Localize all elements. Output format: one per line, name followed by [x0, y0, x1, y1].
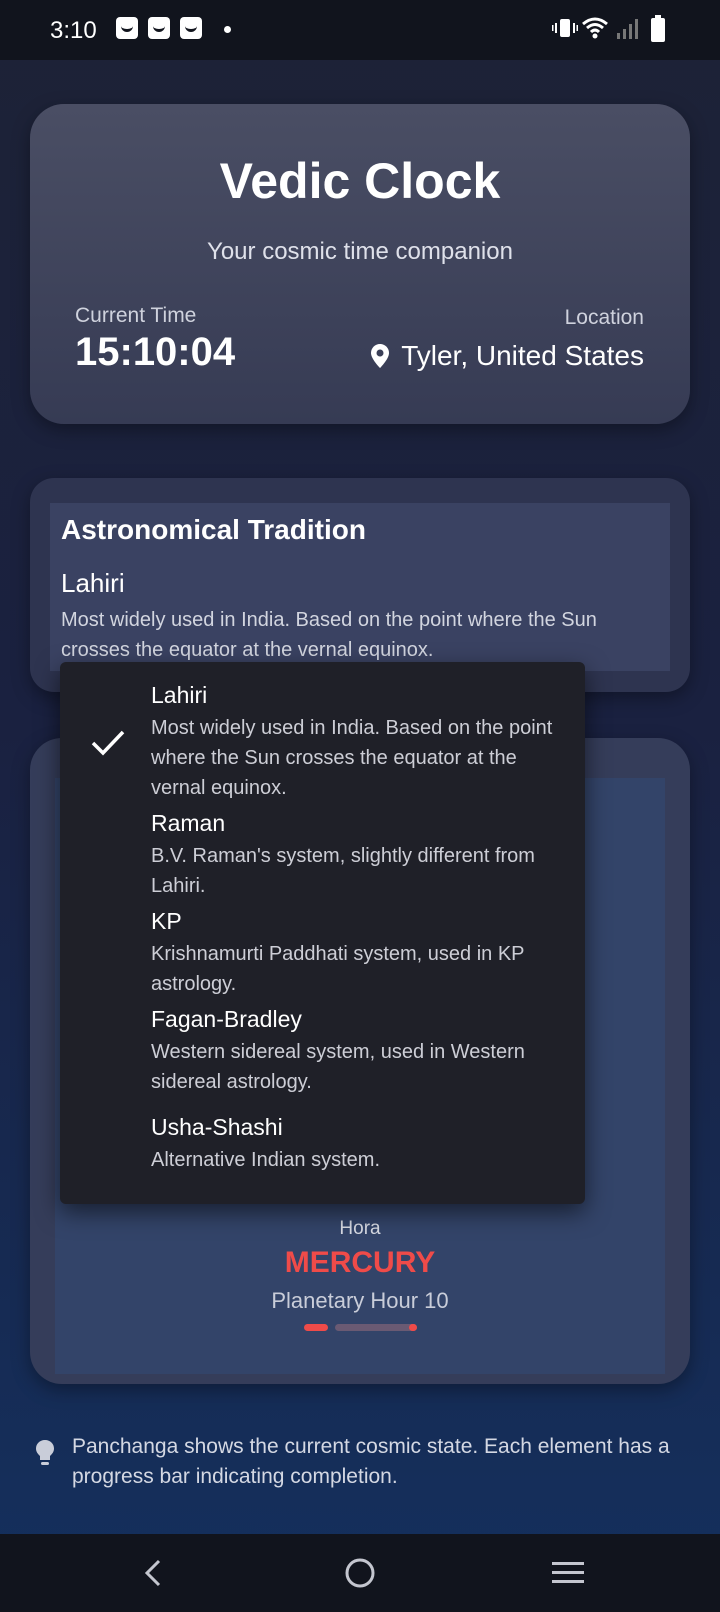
- tip-row: Panchanga shows the current cosmic state…: [34, 1432, 694, 1492]
- location-text: Tyler, United States: [401, 340, 644, 371]
- vibrate-icon: [552, 19, 578, 37]
- location-pin-icon: [371, 344, 390, 368]
- tradition-description: Most widely used in India. Based on the …: [61, 609, 597, 661]
- dropdown-option-raman[interactable]: Raman B.V. Raman's system, slightly diff…: [151, 810, 571, 901]
- option-description: Krishnamurti Paddhati system, used in KP…: [151, 943, 525, 995]
- tradition-selected[interactable]: Lahiri: [61, 568, 125, 599]
- shopping-bag-icon: [116, 17, 138, 39]
- dropdown-option-lahiri[interactable]: Lahiri Most widely used in India. Based …: [151, 682, 571, 803]
- location-label: Location: [564, 306, 644, 329]
- option-name: Raman: [151, 810, 226, 836]
- app-title: Vedic Clock: [219, 153, 501, 209]
- battery-icon: [651, 15, 665, 42]
- shopping-bag-icon: [148, 17, 170, 39]
- current-time-label: Current Time: [75, 304, 197, 327]
- progress-segment: [304, 1324, 328, 1331]
- back-icon: [144, 1559, 161, 1587]
- tip-text: Panchanga shows the current cosmic state…: [72, 1435, 670, 1488]
- current-time-value: 15:10:04: [75, 330, 236, 374]
- dropdown-option-fagan-bradley[interactable]: Fagan-Bradley Western sidereal system, u…: [151, 1006, 571, 1097]
- option-description: B.V. Raman's system, slightly different …: [151, 845, 535, 897]
- dropdown-option-kp[interactable]: KP Krishnamurti Paddhati system, used in…: [151, 908, 571, 999]
- progress-track: [335, 1324, 417, 1331]
- planetary-hour: Planetary Hour 10: [271, 1288, 449, 1313]
- home-button[interactable]: [315, 1534, 405, 1612]
- option-name: KP: [151, 908, 182, 934]
- hora-value: MERCURY: [284, 1246, 436, 1279]
- shopping-bag-icon: [180, 17, 202, 39]
- progress-indicator: [409, 1324, 417, 1331]
- dropdown-option-usha-shashi[interactable]: Usha-Shashi Alternative Indian system.: [151, 1114, 571, 1175]
- home-icon: [345, 1558, 375, 1588]
- option-description: Most widely used in India. Based on the …: [151, 717, 553, 799]
- signal-icon: [617, 19, 638, 39]
- hora-label: Hora: [339, 1218, 381, 1239]
- option-name: Fagan-Bradley: [151, 1006, 302, 1032]
- menu-icon: [552, 1562, 584, 1583]
- tradition-title: Astronomical Tradition: [61, 514, 366, 545]
- back-button[interactable]: [108, 1534, 198, 1612]
- location-value: Tyler, United States: [371, 340, 644, 372]
- wifi-icon: [582, 17, 608, 39]
- navigation-bar: [0, 1534, 720, 1612]
- option-description: Western sidereal system, used in Western…: [151, 1041, 525, 1093]
- option-name: Lahiri: [151, 682, 208, 708]
- checkmark-icon: [91, 730, 125, 756]
- app-subtitle: Your cosmic time companion: [207, 238, 513, 265]
- recents-button[interactable]: [523, 1534, 613, 1612]
- status-bar: 3:10: [0, 0, 720, 60]
- option-name: Usha-Shashi: [151, 1114, 283, 1140]
- option-description: Alternative Indian system.: [151, 1149, 380, 1171]
- status-time: 3:10: [50, 17, 97, 44]
- notification-dot-icon: [224, 26, 231, 33]
- lightbulb-icon: [36, 1440, 54, 1465]
